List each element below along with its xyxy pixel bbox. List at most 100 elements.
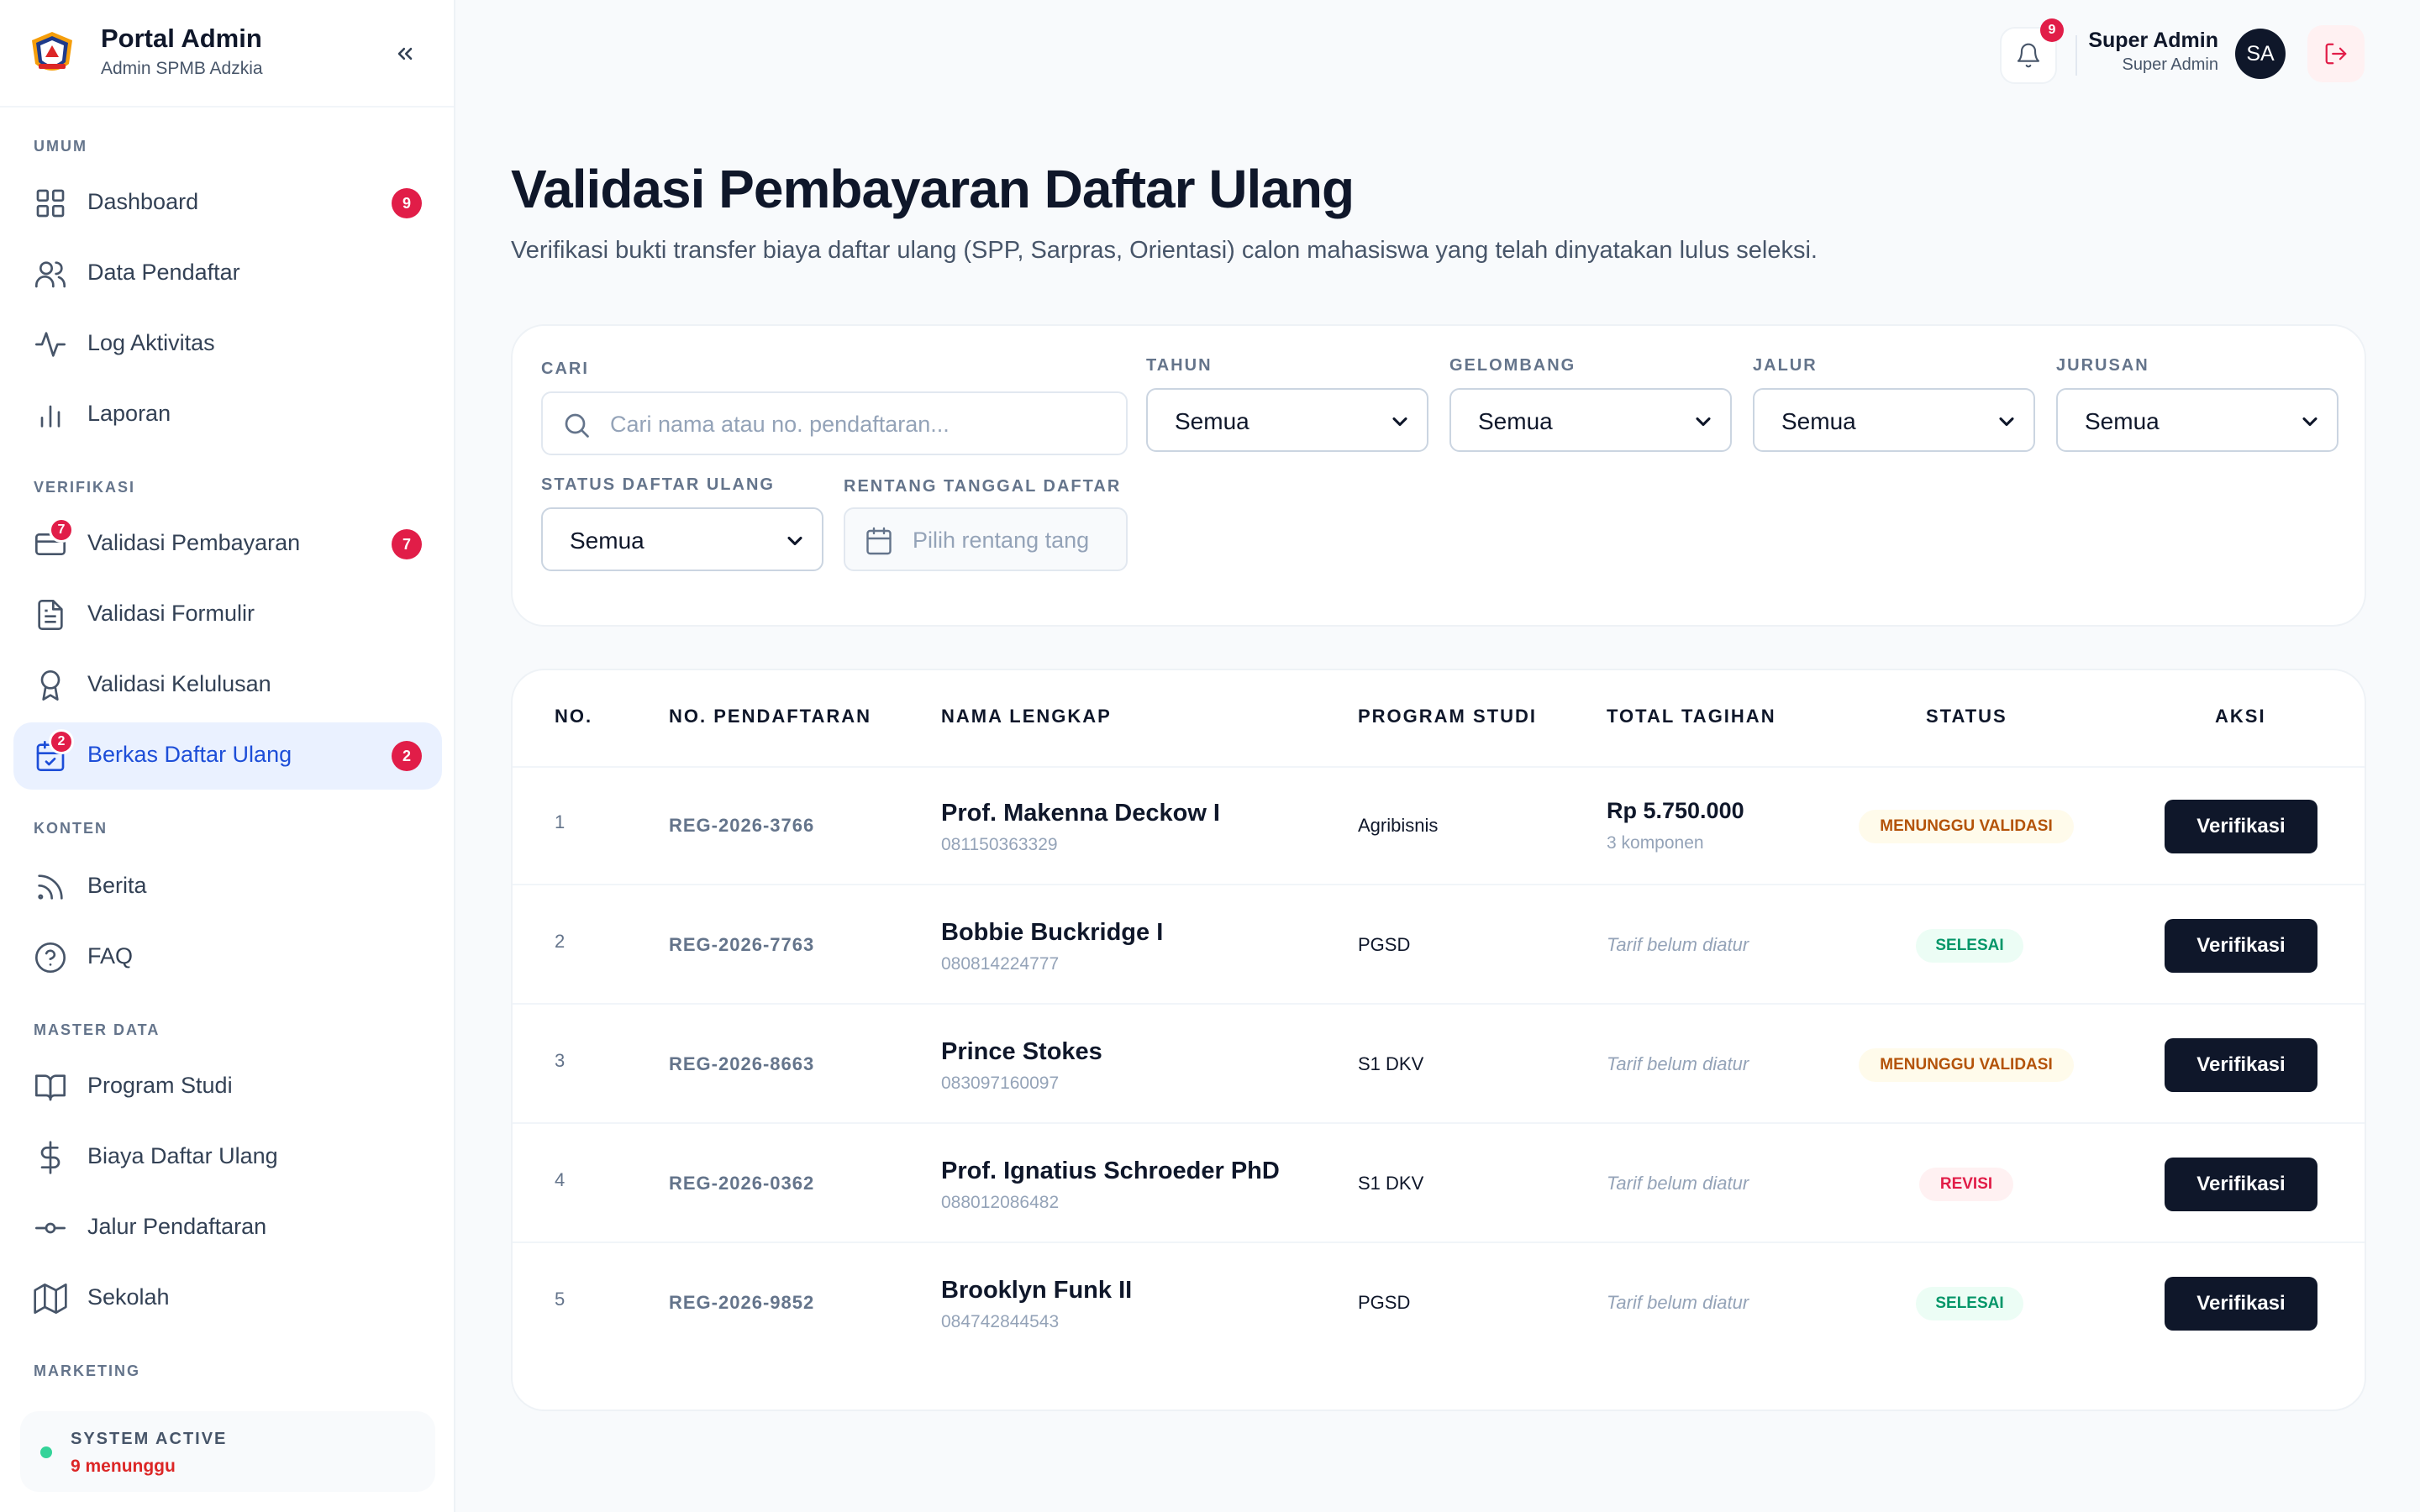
activity-icon: [34, 328, 67, 361]
row-number: 1: [555, 811, 566, 832]
brand-header: Portal Admin Admin SPMB Adzkia: [0, 0, 454, 108]
brand-title: Portal Admin: [101, 24, 262, 53]
header-divider: [2075, 35, 2077, 76]
date-range-label: RENTANG TANGGAL DAFTAR: [844, 477, 1122, 496]
full-name: Brooklyn Funk II: [941, 1277, 1133, 1304]
tarif-note: Tarif belum diatur: [1607, 1292, 1749, 1313]
verify-button[interactable]: Verifikasi: [2165, 1038, 2317, 1092]
sidebar-item-label: Data Pendaftar: [87, 260, 240, 285]
grid-icon: [34, 186, 67, 220]
chevron-down-icon: [1388, 410, 1412, 433]
search-icon: [561, 410, 592, 440]
sidebar-item-jalur-pendaftaran[interactable]: Jalur Pendaftaran: [13, 1194, 442, 1262]
verify-button[interactable]: Verifikasi: [2165, 1277, 2317, 1331]
registrations-table: NO. NO. PENDAFTARAN NAMA LENGKAP PROGRAM…: [511, 669, 2366, 1411]
phone-number: 081150363329: [941, 835, 1058, 854]
sidebar-item-dashboard[interactable]: Dashboard 9: [13, 170, 442, 237]
sidebar: Portal Admin Admin SPMB Adzkia UMUM Dash…: [0, 0, 455, 1512]
sidebar-item-data-pendaftar[interactable]: Data Pendaftar: [13, 240, 442, 307]
gelombang-label: GELOMBANG: [1449, 356, 1576, 375]
gelombang-select[interactable]: Semua: [1449, 388, 1732, 452]
sidebar-item-sekolah[interactable]: Sekolah: [13, 1265, 442, 1332]
sidebar-item-label: Biaya Daftar Ulang: [87, 1143, 278, 1168]
notification-count-badge: 7: [392, 529, 422, 559]
bell-icon: [2017, 43, 2040, 68]
sidebar-item-berita[interactable]: Berita: [13, 853, 442, 921]
section-label-master-data: MASTER DATA: [34, 1021, 160, 1038]
row-number: 2: [555, 931, 566, 952]
dollar-icon: [34, 1141, 67, 1174]
status-select[interactable]: Semua: [541, 507, 823, 571]
sidebar-item-label: Sekolah: [87, 1284, 170, 1310]
section-label-verifikasi: VERIFIKASI: [34, 479, 136, 496]
tahun-select[interactable]: Semua: [1146, 388, 1428, 452]
logout-button[interactable]: [2307, 25, 2365, 82]
jurusan-select[interactable]: Semua: [2056, 388, 2338, 452]
sidebar-item-label: Berita: [87, 873, 147, 898]
registration-number: REG-2026-0362: [669, 1173, 815, 1194]
verify-button[interactable]: Verifikasi: [2165, 919, 2317, 973]
column-header-no: NO.: [555, 706, 593, 727]
column-header-status: STATUS: [1926, 706, 2007, 727]
chevron-down-icon: [1995, 410, 2018, 433]
sidebar-item-program-studi[interactable]: Program Studi: [13, 1053, 442, 1121]
column-header-program-studi: PROGRAM STUDI: [1358, 706, 1537, 727]
chevrons-left-icon: [397, 47, 413, 60]
page-title: Validasi Pembayaran Daftar Ulang: [511, 159, 1355, 219]
rss-icon: [34, 870, 67, 904]
verify-button[interactable]: Verifikasi: [2165, 1158, 2317, 1211]
sidebar-item-validasi-kelulusan[interactable]: Validasi Kelulusan: [13, 652, 442, 719]
notification-count-badge: 9: [392, 188, 422, 218]
registration-number: REG-2026-8663: [669, 1053, 815, 1074]
map-icon: [34, 1282, 67, 1315]
logo-icon: [27, 29, 77, 79]
program-studi: Agribisnis: [1358, 815, 1439, 836]
tahun-value: Semua: [1175, 408, 1249, 434]
registration-number: REG-2026-9852: [669, 1292, 815, 1313]
sidebar-item-faq[interactable]: FAQ: [13, 924, 442, 991]
sidebar-item-laporan[interactable]: Laporan: [13, 381, 442, 449]
sidebar-item-berkas-daftar-ulang[interactable]: 2 Berkas Daftar Ulang 2: [13, 722, 442, 790]
full-name: Prof. Ignatius Schroeder PhD: [941, 1158, 1280, 1184]
row-number: 5: [555, 1289, 566, 1310]
file-text-icon: [34, 598, 67, 632]
sidebar-item-biaya-daftar-ulang[interactable]: Biaya Daftar Ulang: [13, 1124, 442, 1191]
notification-badge: 9: [2040, 18, 2064, 42]
sidebar-item-validasi-pembayaran[interactable]: 7 Validasi Pembayaran 7: [13, 511, 442, 578]
calendar-icon: [864, 526, 894, 556]
sidebar-item-validasi-formulir[interactable]: Validasi Formulir: [13, 581, 442, 648]
program-studi: PGSD: [1358, 1292, 1411, 1313]
gelombang-value: Semua: [1478, 408, 1553, 434]
brand-subtitle: Admin SPMB Adzkia: [101, 59, 263, 78]
status-dot: [40, 1446, 52, 1458]
date-range-placeholder: Pilih rentang tang: [913, 528, 1090, 553]
row-number: 3: [555, 1050, 566, 1071]
collapse-sidebar-button[interactable]: [388, 37, 422, 71]
verify-button[interactable]: Verifikasi: [2165, 800, 2317, 853]
status-badge: SELESAI: [1916, 1287, 2023, 1320]
sidebar-item-log-aktivitas[interactable]: Log Aktivitas: [13, 311, 442, 378]
status-badge: REVISI: [1919, 1168, 2013, 1201]
table-row: 1 REG-2026-3766 Prof. Makenna Deckow I 0…: [513, 768, 2365, 885]
table-row: 3 REG-2026-8663 Prince Stokes 0830971600…: [513, 1006, 2365, 1124]
tarif-note: Tarif belum diatur: [1607, 1173, 1749, 1194]
status-badge: SELESAI: [1916, 929, 2023, 963]
page-subtitle: Verifikasi bukti transfer biaya daftar u…: [511, 237, 1818, 264]
component-count: 3 komponen: [1607, 833, 1704, 853]
search-input[interactable]: Cari nama atau no. pendaftaran...: [541, 391, 1128, 455]
search-label: CARI: [541, 360, 589, 378]
sidebar-item-label: Validasi Pembayaran: [87, 530, 301, 555]
full-name: Bobbie Buckridge I: [941, 919, 1164, 946]
sidebar-item-label: Laporan: [87, 401, 171, 426]
section-label-konten: KONTEN: [34, 820, 108, 837]
registration-number: REG-2026-7763: [669, 934, 815, 955]
date-range-input[interactable]: Pilih rentang tang: [844, 507, 1128, 571]
chevron-down-icon: [783, 529, 807, 553]
jalur-select[interactable]: Semua: [1753, 388, 2035, 452]
logout-icon: [2325, 43, 2347, 65]
avatar[interactable]: SA: [2235, 29, 2286, 79]
total-amount: Rp 5.750.000: [1607, 798, 1744, 823]
table-row: 4 REG-2026-0362 Prof. Ignatius Schroeder…: [513, 1126, 2365, 1243]
search-placeholder: Cari nama atau no. pendaftaran...: [610, 412, 950, 437]
sidebar-item-label: FAQ: [87, 943, 134, 969]
